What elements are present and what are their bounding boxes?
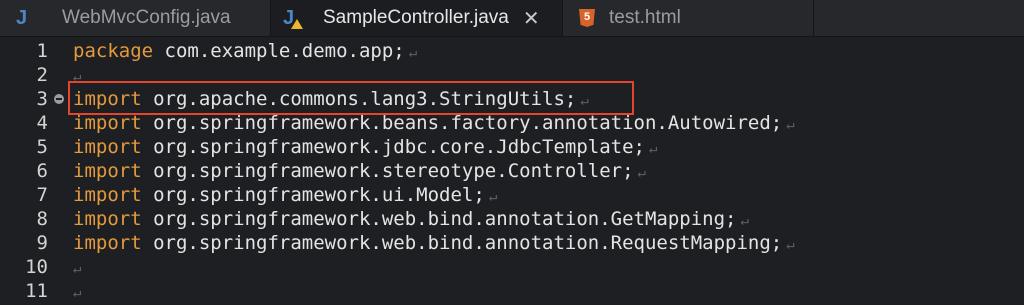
close-tab-icon[interactable]: ✕ bbox=[523, 6, 540, 30]
editor-tab-bar: J WebMvcConfig.java J SampleController.j… bbox=[0, 0, 1024, 37]
tab-test-html[interactable]: 5 test.html bbox=[563, 0, 813, 36]
html5-icon: 5 bbox=[579, 9, 595, 27]
line-number: 6 bbox=[36, 160, 48, 182]
line-number: 1 bbox=[36, 40, 48, 62]
code-line: 8 import org.springframework.web.bind.an… bbox=[0, 207, 1024, 231]
line-number: 10 bbox=[25, 256, 48, 278]
code-line: 7 import org.springframework.ui.Model; ↵ bbox=[0, 183, 1024, 207]
tab-label: WebMvcConfig.java bbox=[62, 7, 231, 28]
line-number: 9 bbox=[36, 232, 48, 254]
line-number: 3 bbox=[36, 88, 48, 110]
code-line: 9 import org.springframework.web.bind.an… bbox=[0, 231, 1024, 255]
code-line: 5 import org.springframework.jdbc.core.J… bbox=[0, 135, 1024, 159]
line-number: 8 bbox=[36, 208, 48, 230]
code-text[interactable]: import org.springframework.jdbc.core.Jdb… bbox=[73, 135, 657, 161]
code-text[interactable]: package com.example.demo.app; ↵ bbox=[73, 39, 417, 65]
code-text[interactable]: ↵ bbox=[73, 255, 81, 281]
code-text[interactable]: import org.springframework.stereotype.Co… bbox=[73, 159, 646, 185]
highlight-box bbox=[68, 81, 634, 115]
line-number: 4 bbox=[36, 112, 48, 134]
code-text[interactable]: import org.springframework.web.bind.anno… bbox=[73, 207, 749, 233]
line-number: 11 bbox=[25, 280, 48, 302]
line-number: 7 bbox=[36, 184, 48, 206]
tab-divider bbox=[813, 0, 814, 36]
tab-label: test.html bbox=[609, 7, 681, 28]
code-text[interactable]: import org.springframework.ui.Model; ↵ bbox=[73, 183, 497, 209]
fold-collapse-icon[interactable] bbox=[54, 94, 64, 104]
line-number: 2 bbox=[36, 64, 48, 86]
code-line: 10 ↵ bbox=[0, 255, 1024, 279]
line-number: 5 bbox=[36, 136, 48, 158]
code-line: 6 import org.springframework.stereotype.… bbox=[0, 159, 1024, 183]
code-line: 1 package com.example.demo.app; ↵ bbox=[0, 39, 1024, 63]
code-line: 11 ↵ bbox=[0, 279, 1024, 303]
code-editor[interactable]: 1 package com.example.demo.app; ↵ 2 ↵ 3 i… bbox=[0, 37, 1024, 302]
code-text[interactable]: ↵ bbox=[73, 279, 81, 305]
tab-samplecontroller[interactable]: J SampleController.java ✕ bbox=[271, 0, 562, 36]
java-warning-icon: J bbox=[283, 7, 305, 30]
code-text[interactable]: import org.springframework.web.bind.anno… bbox=[73, 231, 795, 257]
java-file-icon: J bbox=[16, 6, 28, 29]
tab-label: SampleController.java bbox=[323, 7, 509, 28]
tab-webmvcconfig[interactable]: J WebMvcConfig.java bbox=[0, 0, 270, 36]
